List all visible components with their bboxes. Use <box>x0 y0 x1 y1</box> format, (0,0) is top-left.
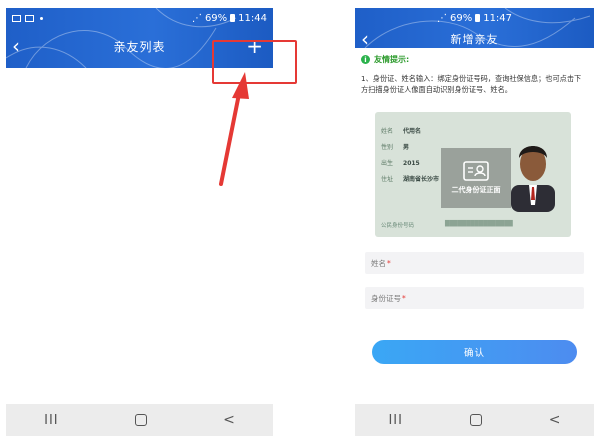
annotation-arrow <box>219 72 249 186</box>
back-button[interactable]: ‹ <box>361 29 369 48</box>
status-time: 11:47 <box>483 12 513 24</box>
battery-icon <box>475 14 481 22</box>
id-label-name: 姓名 <box>381 128 394 135</box>
nav-back-button[interactable]: < <box>223 412 235 428</box>
id-value-birth: 2015 <box>403 160 420 167</box>
gallery-icon <box>12 14 21 22</box>
page-title: 亲友列表 <box>113 39 166 54</box>
page-title: 新增亲友 <box>450 33 499 46</box>
dot-icon <box>40 16 43 20</box>
title-row: ‹ 新增亲友 <box>355 28 594 48</box>
signal-icon: ⋰ <box>436 12 447 24</box>
id-label-sex: 性别 <box>381 144 394 151</box>
id-card-icon <box>463 161 489 181</box>
status-bar: ⋰ 69% 11:44 <box>6 8 273 28</box>
id-value-address: 湖南省长沙市 <box>403 176 440 183</box>
nav-back-button[interactable]: < <box>549 412 561 428</box>
name-field[interactable]: 姓名 * <box>365 252 584 274</box>
battery-icon <box>230 14 236 22</box>
required-mark: * <box>402 293 406 303</box>
status-time: 11:44 <box>238 12 267 24</box>
name-field-label: 姓名 <box>371 258 386 268</box>
app-bar: ⋰ 69% 11:47 ‹ 新增亲友 <box>355 8 594 48</box>
system-nav-bar: III < <box>6 404 273 436</box>
recent-apps-button[interactable]: III <box>44 413 59 428</box>
id-number-caption: 公民身份号码 <box>381 223 415 229</box>
system-nav-bar: III < <box>355 404 594 436</box>
info-icon: i <box>361 55 370 64</box>
id-number-field[interactable]: 身份证号 * <box>365 287 584 309</box>
id-scan-label: 二代身份证正面 <box>451 186 501 194</box>
required-mark: * <box>387 258 391 268</box>
status-bar: ⋰ 69% 11:47 <box>355 8 594 28</box>
tip-section: i 友情提示: 1、身份证、姓名输入：绑定身份证号码，查询社保信息；也可点击下方… <box>355 48 594 95</box>
recent-apps-button[interactable]: III <box>388 413 403 428</box>
signal-icon: ⋰ <box>191 12 202 24</box>
tip-header: i 友情提示: <box>361 54 588 65</box>
home-button[interactable] <box>469 414 482 426</box>
id-value-name: 代用名 <box>403 128 422 135</box>
id-scan-overlay[interactable]: 二代身份证正面 <box>441 148 511 208</box>
battery-level: 69% <box>204 12 228 24</box>
tip-title: 友情提示: <box>374 55 410 64</box>
add-friend-screen: ⋰ 69% 11:47 ‹ 新增亲友 i 友情提示: 1、身份证、姓名输入：绑定… <box>355 8 594 436</box>
id-label-address: 住址 <box>381 176 394 183</box>
id-label-birth: 出生 <box>381 160 394 167</box>
id-number-value: ████████████████ <box>445 221 513 227</box>
notification-icon <box>25 14 34 22</box>
tip-body: 1、身份证、姓名输入：绑定身份证号码，查询社保信息；也可点击下方扫描身份证人像面… <box>361 74 582 94</box>
portrait-image <box>511 146 555 212</box>
id-card-scan-area[interactable]: 姓名 代用名 性别男 出生 2015 住址 湖南省长沙市 二代身份证正面 公民身… <box>375 112 571 237</box>
back-button[interactable]: ‹ <box>12 36 20 56</box>
id-field-label: 身份证号 <box>371 293 401 303</box>
id-value-sex: 男 <box>403 144 410 151</box>
battery-level: 69% <box>449 12 473 24</box>
confirm-button[interactable]: 确认 <box>372 340 577 364</box>
home-button[interactable] <box>134 414 147 426</box>
